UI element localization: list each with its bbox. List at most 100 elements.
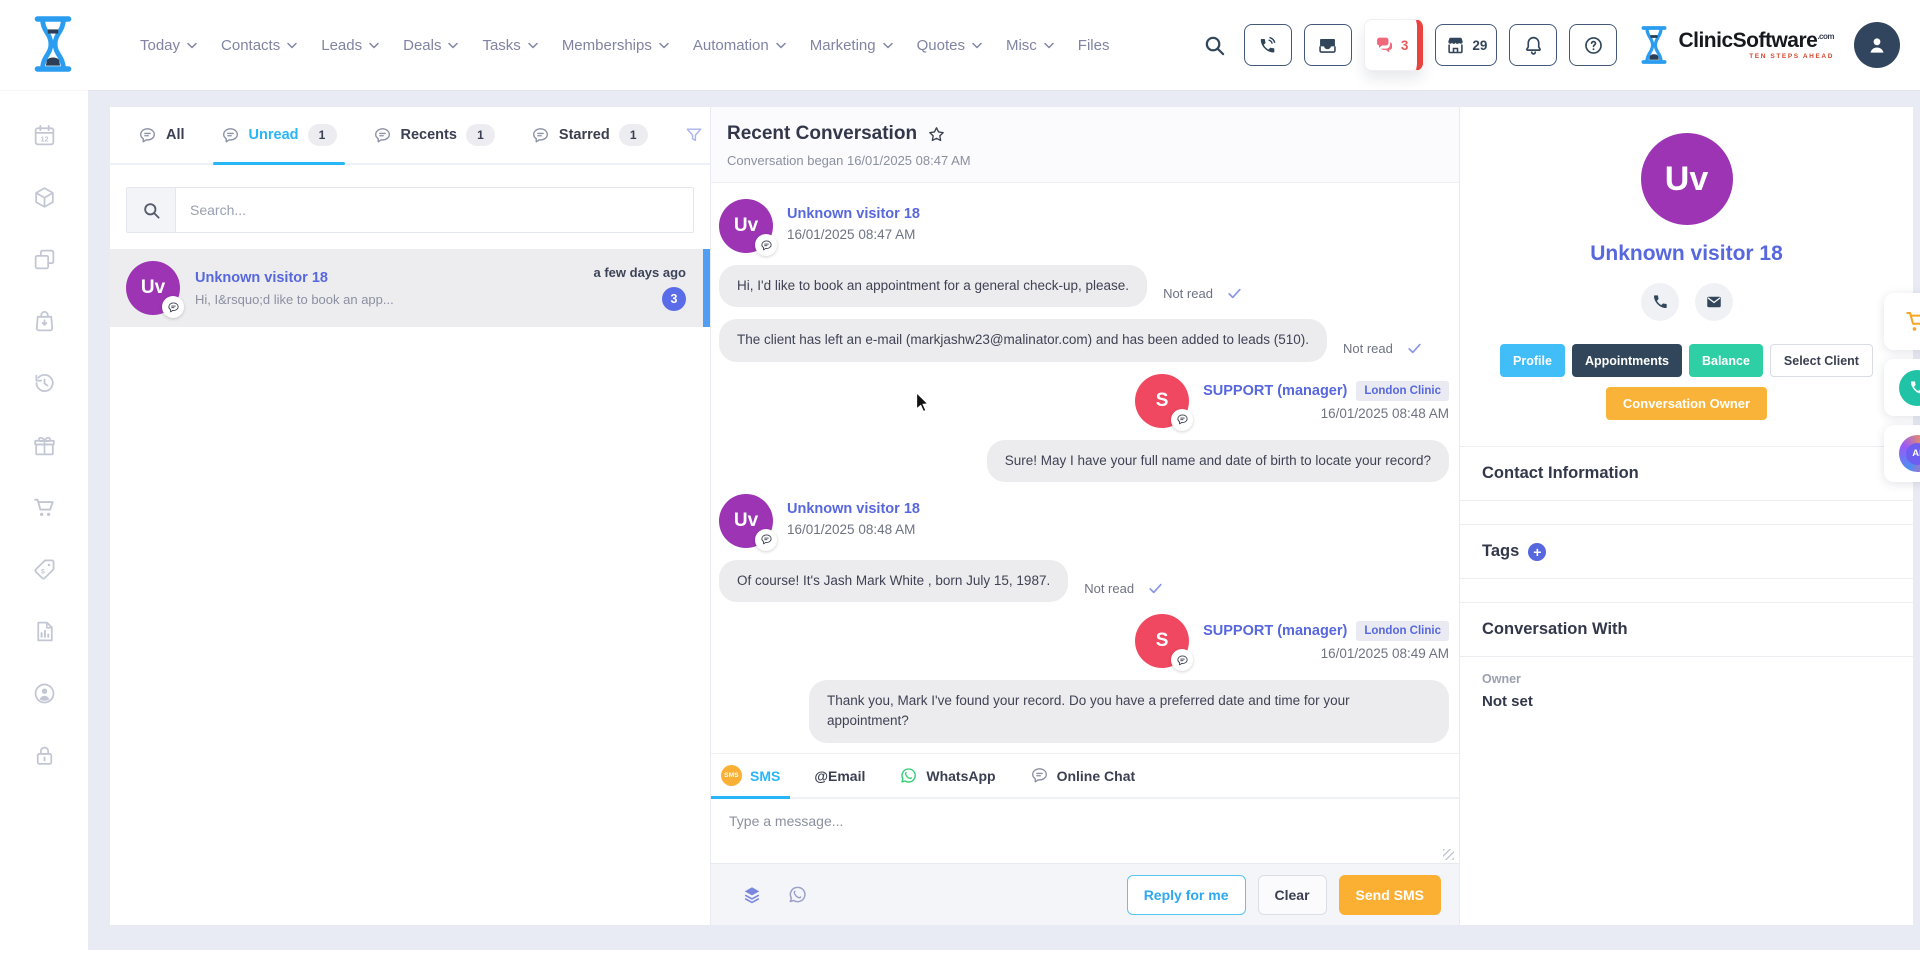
phone-calls-button[interactable] [1244,24,1292,66]
cart-icon[interactable] [32,495,57,520]
avatar: Uv [126,261,180,315]
calendar-icon[interactable]: 12 [32,123,57,148]
filter-icon[interactable] [684,125,704,145]
avatar: Uv [1641,133,1733,225]
report-icon[interactable] [32,619,57,644]
send-sms-button[interactable]: Send SMS [1339,875,1441,915]
chevron-down-icon [369,42,379,49]
ai-widget-button[interactable]: AI [1884,425,1920,482]
channel-sms[interactable]: SMSSMS [721,754,780,797]
balance-button[interactable]: Balance [1689,344,1763,377]
sender-block: SUPPORT (manager)London Clinic16/01/2025… [1203,374,1449,428]
main-nav: Today Contacts Leads Deals Tasks Memberships A… [140,0,1109,90]
conversation-owner-button[interactable]: Conversation Owner [1606,387,1767,420]
email-contact-button[interactable] [1695,283,1733,321]
hourglass-logo-icon[interactable] [28,14,78,74]
messages-list: UvUnknown visitor 1816/01/2025 08:47 AMH… [711,183,1459,753]
brand-name: ClinicSoftware.com [1678,29,1834,52]
chat-button[interactable]: 3 [1364,19,1424,71]
notifications-button[interactable] [1509,24,1557,66]
check-icon [1147,580,1164,597]
sender-name[interactable]: Unknown visitor 18 [787,206,920,222]
unread-count-badge: 3 [662,287,686,311]
main-panels: All Unread1 Recents1 Starred1 Uv Unknown vi… [110,107,1913,925]
select-client-button[interactable]: Select Client [1770,344,1873,377]
store-icon [1445,35,1466,56]
brand-logo[interactable]: ClinicSoftware.com TEN STEPS AHEAD [1637,23,1834,67]
whatsapp-icon[interactable] [787,884,808,905]
nav-item-leads[interactable]: Leads [321,37,379,54]
call-contact-button[interactable] [1641,283,1679,321]
help-button[interactable] [1569,24,1617,66]
sender-block: Unknown visitor 1816/01/2025 08:47 AM [787,199,920,253]
clear-button[interactable]: Clear [1258,875,1327,915]
sender-name[interactable]: SUPPORT (manager) [1203,623,1347,639]
nav-item-marketing[interactable]: Marketing [810,37,893,54]
chevron-down-icon [287,42,297,49]
sender-name[interactable]: SUPPORT (manager) [1203,383,1347,399]
bubble-row: Of course! It's Jash Mark White , born J… [719,560,1449,602]
search-input[interactable] [175,187,694,233]
tab-unread[interactable]: Unread1 [221,107,337,163]
user-avatar[interactable] [1854,22,1900,68]
templates-icon[interactable] [741,884,763,906]
nav-item-misc[interactable]: Misc [1006,37,1054,54]
copy-icon[interactable] [32,247,57,272]
owner-block: Owner Not set [1460,657,1913,725]
tab-starred[interactable]: Starred1 [531,107,648,163]
section-spacer [1460,501,1913,525]
channel-email[interactable]: @Email [814,754,865,797]
nav-item-memberships[interactable]: Memberships [562,37,669,54]
conversation-list-item[interactable]: Uv Unknown visitor 18 Hi, I&rsquo;d like… [110,249,710,327]
nav-item-today[interactable]: Today [140,37,197,54]
store-button[interactable]: 29 [1435,24,1497,66]
phone-icon [1908,379,1920,397]
tab-all[interactable]: All [138,107,185,163]
nav-item-tasks[interactable]: Tasks [482,37,537,54]
lock-icon[interactable] [32,743,57,768]
message-bubble: Sure! May I have your full name and date… [987,440,1449,482]
channel-online-chat[interactable]: Online Chat [1030,754,1136,797]
gift-icon[interactable] [32,433,57,458]
sender-name[interactable]: Unknown visitor 18 [787,501,920,517]
message-header: UvUnknown visitor 1816/01/2025 08:47 AM [719,199,1449,253]
tag-icon[interactable]: $ [32,557,57,582]
contact-name[interactable]: Unknown visitor 18 [1476,242,1897,266]
message-input[interactable] [727,811,1447,855]
conversation-time: a few days ago [594,265,686,280]
tab-recents[interactable]: Recents1 [373,107,495,163]
history-icon[interactable] [32,371,57,396]
nav-label: Files [1078,37,1110,54]
nav-item-automation[interactable]: Automation [693,37,786,54]
bubble-row: Sure! May I have your full name and date… [719,440,1449,482]
inbox-button[interactable] [1304,24,1352,66]
conversation-tabs: All Unread1 Recents1 Starred1 [110,107,710,165]
resize-handle[interactable] [1443,849,1454,860]
nav-item-deals[interactable]: Deals [403,37,458,54]
profile-button[interactable]: Profile [1500,344,1565,377]
channel-whatsapp[interactable]: WhatsApp [899,754,995,797]
appointments-button[interactable]: Appointments [1572,344,1682,377]
section-contact-information: Contact Information [1460,447,1913,501]
nav-item-quotes[interactable]: Quotes [917,37,982,54]
search-icon[interactable] [1203,34,1226,57]
call-widget-button[interactable] [1884,359,1920,416]
channel-label: WhatsApp [926,768,995,784]
star-icon[interactable] [927,125,946,144]
inbox-icon [1317,35,1338,56]
search-icon [142,201,161,220]
add-tag-button[interactable]: + [1528,543,1546,561]
chat-bubble-badge-icon [755,234,777,256]
message-group: UvUnknown visitor 1816/01/2025 08:48 AMO… [719,494,1449,602]
nav-item-contacts[interactable]: Contacts [221,37,297,54]
bag-icon[interactable] [32,309,57,334]
cube-icon[interactable] [32,185,57,210]
nav-item-files[interactable]: Files [1078,37,1110,54]
nav-label: Memberships [562,37,652,54]
chat-bubble-badge-icon [755,529,777,551]
cart-widget-button[interactable] [1884,293,1920,350]
reply-for-me-button[interactable]: Reply for me [1127,875,1246,915]
conversation-preview: Hi, I&rsquo;d like to book an app... [195,292,579,307]
account-icon[interactable] [32,681,57,706]
sender-block: SUPPORT (manager)London Clinic16/01/2025… [1203,614,1449,668]
